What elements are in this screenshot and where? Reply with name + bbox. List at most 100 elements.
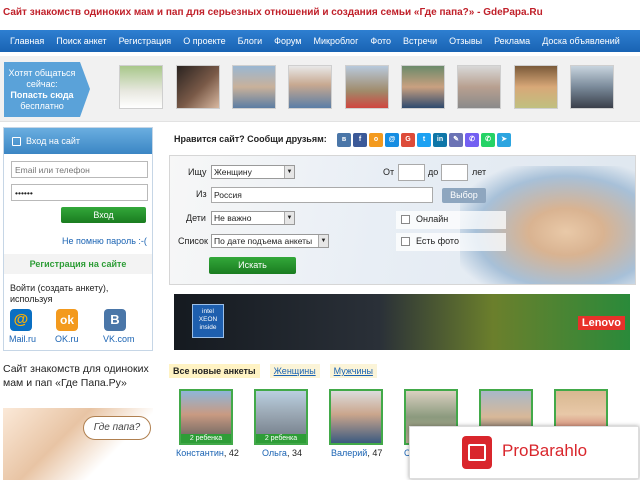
profile-caption: Константин, 42 (176, 448, 239, 458)
ok-link[interactable]: OK.ru (55, 334, 79, 344)
online-user-photo[interactable] (457, 65, 501, 109)
profile-photo[interactable]: 2 ребенка (179, 389, 233, 445)
lock-icon (12, 136, 21, 146)
tab-men[interactable]: Мужчины (329, 364, 377, 378)
chevron-down-icon: ▼ (284, 166, 294, 178)
online-user-photo[interactable] (514, 65, 558, 109)
nav-ads[interactable]: Реклама (488, 36, 536, 46)
mailru-share-icon[interactable]: @ (385, 133, 399, 147)
search-submit-button[interactable]: Искать (209, 257, 296, 274)
tab-all-new[interactable]: Все новые анкеты (169, 364, 260, 378)
ok-icon[interactable]: ok (56, 309, 78, 331)
mother-child-image: Где папа? (3, 408, 153, 480)
online-filter (396, 211, 506, 229)
speech-bubble: Где папа? (83, 416, 151, 440)
profile-name-link[interactable]: Валерий (331, 448, 367, 458)
search-form: Ищу Женщину ▼ От до лет Из Россия Выбор Д… (169, 155, 636, 285)
nav-blogs[interactable]: Блоги (232, 36, 268, 46)
mailru-link[interactable]: Mail.ru (9, 334, 36, 344)
online-user-photo[interactable] (119, 65, 163, 109)
seek-label: Ищу (188, 167, 207, 177)
kids-label: Дети (186, 213, 206, 223)
lenovo-ad-banner[interactable]: intel XEON inside Lenovo (174, 294, 630, 350)
login-title: Вход на сайт (26, 136, 80, 146)
whatsapp-share-icon[interactable]: ✆ (481, 133, 495, 147)
has-photo-checkbox[interactable] (401, 237, 410, 246)
telegram-share-icon[interactable]: ➤ (497, 133, 511, 147)
location-field[interactable]: Россия (211, 187, 433, 203)
password-field[interactable] (11, 184, 148, 201)
page-title: Сайт знакомств одиноких мам и пап для се… (3, 7, 543, 18)
vk-icon[interactable]: В (104, 309, 126, 331)
age-to-input[interactable] (441, 164, 468, 181)
tab-women[interactable]: Женщины (269, 364, 320, 378)
intel-xeon-logo: intel XEON inside (192, 304, 224, 338)
online-user-photo[interactable] (570, 65, 614, 109)
online-user-photo[interactable] (401, 65, 445, 109)
profile-caption: Ольга, 34 (262, 448, 302, 458)
age-to-label: до (428, 167, 439, 177)
livejournal-share-icon[interactable]: ✎ (449, 133, 463, 147)
years-label: лет (472, 167, 487, 177)
where-label: Из (196, 189, 207, 199)
online-user-photo[interactable] (232, 65, 276, 109)
age-from-label: От (383, 167, 395, 177)
online-user-photo[interactable] (345, 65, 389, 109)
profile-age: , 42 (223, 448, 239, 458)
profile-age: , 34 (286, 448, 302, 458)
nav-register[interactable]: Регистрация (113, 36, 178, 46)
profile-name-link[interactable]: Ольга (262, 448, 287, 458)
register-link[interactable]: Регистрация на сайте (4, 254, 152, 274)
linkedin-share-icon[interactable]: in (433, 133, 447, 147)
nav-meetings[interactable]: Встречи (397, 36, 443, 46)
profile-caption: Валерий, 47 (331, 448, 382, 458)
lenovo-logo: Lenovo (577, 316, 625, 330)
online-user-photo[interactable] (176, 65, 220, 109)
profile-photo[interactable] (329, 389, 383, 445)
vk-link[interactable]: VK.com (103, 334, 135, 344)
login-header: Вход на сайт (4, 128, 152, 154)
page: Сайт знакомств одиноких мам и пап для се… (0, 0, 640, 480)
facebook-share-icon[interactable]: f (353, 133, 367, 147)
email-field[interactable] (11, 161, 148, 178)
vk-share-icon[interactable]: в (337, 133, 351, 147)
nav-microblog[interactable]: Микроблог (307, 36, 364, 46)
viber-share-icon[interactable]: ✆ (465, 133, 479, 147)
online-users-strip: Хотят общаться сейчас: Попасть сюда бесп… (0, 56, 640, 122)
age-from-input[interactable] (398, 164, 425, 181)
probarahlo-text: ProBarahlo (502, 441, 588, 460)
login-button[interactable]: Вход (61, 207, 146, 223)
nav-about[interactable]: О проекте (177, 36, 231, 46)
nav-forum[interactable]: Форум (268, 36, 307, 46)
googleplus-share-icon[interactable]: G (401, 133, 415, 147)
nav-search[interactable]: Поиск анкет (50, 36, 112, 46)
kids-badge: 2 ребенка (256, 434, 306, 443)
twitter-share-icon[interactable]: t (417, 133, 431, 147)
nav-photo[interactable]: Фото (364, 36, 397, 46)
nav-home[interactable]: Главная (4, 36, 50, 46)
probarahlo-logo-icon (462, 436, 492, 469)
online-checkbox[interactable] (401, 215, 410, 224)
list-label: Список (178, 236, 208, 246)
profile-name-link[interactable]: Константин (176, 448, 224, 458)
profile-photo[interactable]: 2 ребенка (254, 389, 308, 445)
forgot-password-link[interactable]: Не помню пароль :-( (62, 236, 147, 246)
choose-location-button[interactable]: Выбор (442, 188, 486, 203)
kids-badge: 2 ребенка (181, 434, 231, 443)
sort-select[interactable]: По дате подъема анкеты ▼ (211, 234, 329, 248)
main-nav: Главная Поиск анкет Регистрация О проект… (0, 30, 640, 52)
mailru-icon[interactable]: @ (10, 309, 32, 331)
online-user-photo[interactable] (288, 65, 332, 109)
has-photo-label: Есть фото (416, 236, 459, 246)
chevron-down-icon: ▼ (284, 212, 294, 224)
nav-board[interactable]: Доска объявлений (536, 36, 626, 46)
nav-reviews[interactable]: Отзывы (443, 36, 488, 46)
site-slogan: Сайт знакомств для одиноких мам и пап «Г… (3, 363, 149, 389)
seek-select[interactable]: Женщину ▼ (211, 165, 295, 179)
profile-tabs: Все новые анкеты Женщины Мужчины (169, 364, 377, 378)
social-login-prompt: Войти (создать анкету), используя (10, 283, 109, 304)
online-promo[interactable]: Хотят общаться сейчас: Попасть сюда бесп… (4, 62, 90, 117)
kids-select[interactable]: Не важно ▼ (211, 211, 295, 225)
ok-share-icon[interactable]: o (369, 133, 383, 147)
probarahlo-watermark[interactable]: ProBarahlo (409, 426, 639, 479)
